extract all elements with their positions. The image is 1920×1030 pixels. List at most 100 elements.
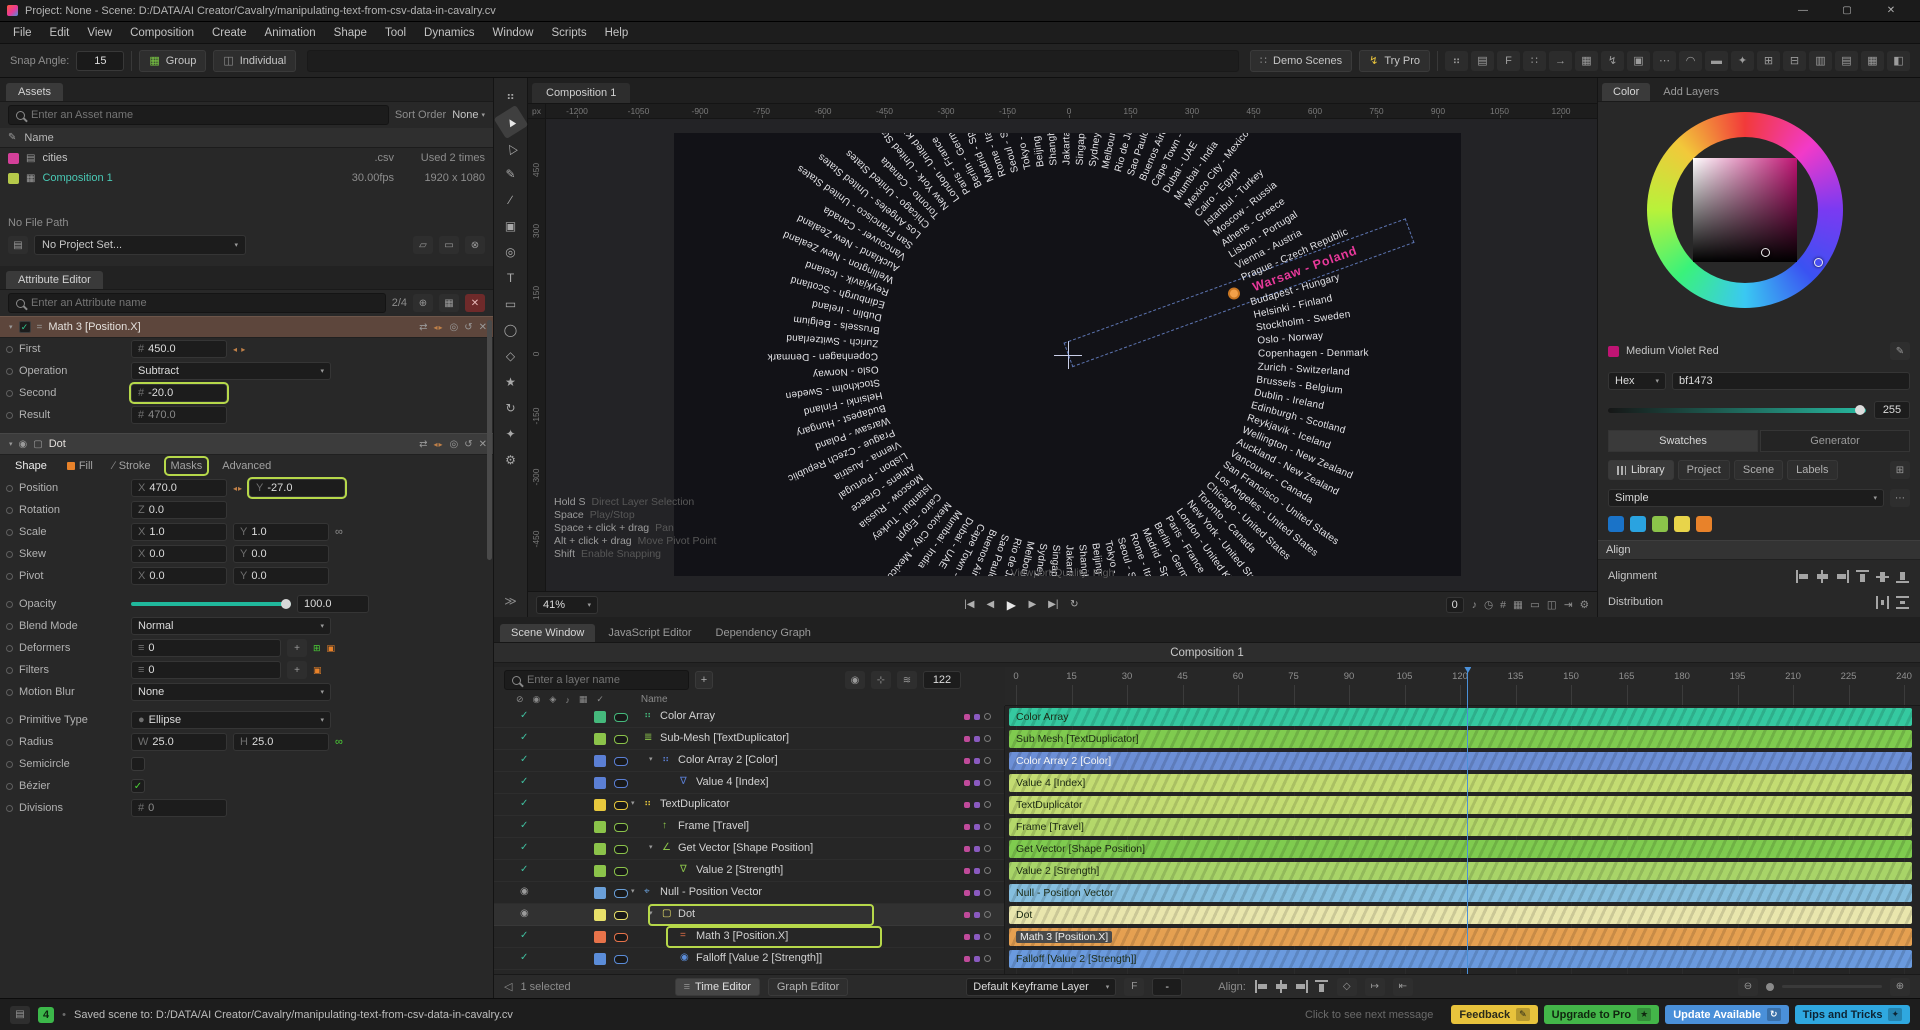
enable-checkbox[interactable]: ✓ — [520, 798, 528, 809]
output-marker[interactable] — [974, 911, 980, 918]
tab-add-layers[interactable]: Add Layers — [1652, 83, 1730, 101]
keyframe-dot[interactable] — [6, 389, 13, 397]
menu-shape[interactable]: Shape — [325, 25, 376, 41]
pin-icon[interactable]: ◎ — [449, 322, 458, 333]
time-editor-button[interactable]: ≡ Time Editor — [674, 977, 760, 996]
filters-list-field[interactable]: ≡ 0 — [131, 661, 281, 679]
keyframe-dot[interactable] — [6, 484, 13, 492]
second-field[interactable]: # -20.0 — [131, 384, 227, 402]
asset-search[interactable] — [8, 105, 389, 125]
left-panel-scrollbar[interactable] — [487, 320, 492, 560]
panel-icon[interactable]: ▭ — [439, 236, 459, 254]
enable-checkbox[interactable]: ✓ — [520, 776, 528, 787]
input-marker[interactable] — [964, 735, 970, 742]
loop-button[interactable]: ↻ — [1067, 599, 1082, 610]
keyframe-dot[interactable] — [6, 688, 13, 696]
timeline-bar[interactable]: Sub Mesh [TextDuplicator] — [1009, 730, 1912, 748]
timeline-bar[interactable]: Value 4 [Index] — [1009, 774, 1912, 792]
keyframe-dot[interactable] — [6, 572, 13, 580]
radius-w-field[interactable]: W 25.0 — [131, 733, 227, 751]
more-options-icon[interactable]: ⋯ — [1890, 489, 1910, 507]
project-set-select[interactable]: No Project Set... ▾ — [34, 235, 246, 255]
output-marker[interactable] — [974, 933, 980, 940]
output-marker[interactable] — [974, 845, 980, 852]
deformers-list-field[interactable]: ≡ 0 — [131, 639, 281, 657]
enabled-checkbox[interactable]: ✓ — [18, 321, 31, 333]
input-marker[interactable] — [964, 911, 970, 918]
reset-icon[interactable]: ↺ — [464, 322, 472, 333]
input-marker[interactable] — [964, 757, 970, 764]
first-field[interactable]: #450.0 — [131, 340, 227, 358]
keyframe-ring[interactable] — [984, 955, 991, 962]
tab-labels[interactable]: Labels — [1787, 460, 1838, 480]
swap-icon[interactable]: ⇄ — [419, 322, 427, 333]
skew-x-field[interactable]: X 0.0 — [131, 545, 227, 563]
tab-dependency-graph[interactable]: Dependency Graph — [705, 624, 822, 642]
keyframe-ring[interactable] — [984, 911, 991, 918]
layer-search-input[interactable] — [527, 674, 681, 686]
keyframe-ring[interactable] — [984, 735, 991, 742]
keyframe-layer-select[interactable]: Default Keyframe Layer ▾ — [966, 977, 1117, 996]
grid-view-icon[interactable]: ⊞ — [1890, 461, 1910, 479]
tab-scene[interactable]: Scene — [1733, 460, 1784, 480]
distribute-grid-icon[interactable]: ▦ — [1575, 50, 1598, 71]
layer-row[interactable]: ✓ = Math 3 [Position.X] — [494, 926, 1004, 948]
menu-composition[interactable]: Composition — [121, 25, 203, 41]
expand-chevron-icon[interactable]: ▾ — [649, 843, 653, 851]
keyframe-dot[interactable] — [6, 506, 13, 514]
alpha-slider[interactable] — [1608, 405, 1866, 415]
close-button[interactable]: ✕ — [1869, 0, 1913, 21]
menu-help[interactable]: Help — [596, 25, 638, 41]
grid-icon[interactable]: # — [1500, 599, 1506, 611]
canvas[interactable]: Warsaw - Poland Budapest - Hungary Helsink… — [674, 133, 1461, 576]
eyedropper-icon[interactable]: ✎ — [1890, 342, 1910, 360]
group-mode-button[interactable]: ▦ Group — [139, 49, 207, 72]
skip-end-button[interactable]: ▶| — [1046, 599, 1061, 610]
keyframe-dot[interactable] — [6, 760, 13, 768]
tab-shape[interactable]: Shape — [10, 458, 52, 474]
zoom-in-icon[interactable]: ⊕ — [1890, 977, 1910, 996]
zoom-slider-handle[interactable] — [1766, 982, 1774, 991]
single-column-icon[interactable]: ▥ — [1809, 50, 1832, 71]
three-column-icon[interactable]: ▦ — [1861, 50, 1884, 71]
tab-stroke[interactable]: ∕ Stroke — [108, 458, 156, 474]
link-icon[interactable]: ∞ — [335, 736, 343, 748]
enable-checkbox[interactable]: ✓ — [520, 842, 528, 853]
keyframe-dot[interactable] — [6, 622, 13, 630]
layer-row[interactable]: ✓ ▾ ∠ Get Vector [Shape Position] — [494, 838, 1004, 860]
keyframe-dot[interactable] — [6, 528, 13, 536]
layer-color-swatch[interactable] — [594, 821, 606, 833]
keyframe-ring[interactable] — [984, 779, 991, 786]
menu-window[interactable]: Window — [484, 25, 543, 41]
pin-attributes-icon[interactable]: ▦ — [439, 294, 459, 312]
assets-tab[interactable]: Assets — [6, 83, 64, 101]
asset-row[interactable]: ▦ Composition 1 30.00fps 1920 x 1080 — [0, 168, 493, 188]
input-marker[interactable] — [964, 801, 970, 808]
dots-grid-icon[interactable]: ⠶ — [1445, 50, 1468, 71]
layer-toggle[interactable] — [614, 735, 628, 744]
check-column-icon[interactable]: ✓ — [596, 694, 604, 705]
update-available-button[interactable]: Update Available ↻ — [1665, 1005, 1789, 1024]
swap-icon[interactable]: ⇄ — [419, 439, 427, 450]
close-icon[interactable]: ✕ — [479, 322, 487, 333]
frame-mode-button[interactable]: F — [1124, 977, 1145, 996]
keyframe-ring[interactable] — [984, 845, 991, 852]
upgrade-to-pro-button[interactable]: Upgrade to Pro ★ — [1543, 1005, 1660, 1024]
radius-h-field[interactable]: H 25.0 — [233, 733, 329, 751]
target-icon[interactable]: ▣ — [313, 665, 322, 676]
tab-swatches[interactable]: Swatches — [1608, 430, 1758, 452]
hue-handle[interactable] — [1814, 258, 1823, 267]
filter-wave-icon[interactable]: ≋ — [897, 671, 917, 689]
attribute-search[interactable] — [8, 293, 386, 313]
two-column-icon[interactable]: ▤ — [1835, 50, 1858, 71]
align-top-icon[interactable] — [1855, 569, 1870, 583]
align-bottom-icon[interactable] — [1895, 570, 1910, 583]
output-marker[interactable] — [974, 757, 980, 764]
star-tool[interactable]: ★ — [498, 370, 524, 394]
frame-field[interactable]: 122 — [923, 671, 961, 689]
enable-checkbox[interactable]: ✓ — [520, 930, 528, 941]
timeline-bar[interactable]: Null - Position Vector — [1009, 884, 1912, 902]
menu-view[interactable]: View — [78, 25, 121, 41]
menu-tool[interactable]: Tool — [376, 25, 415, 41]
graph-editor-button[interactable]: Graph Editor — [767, 977, 849, 996]
